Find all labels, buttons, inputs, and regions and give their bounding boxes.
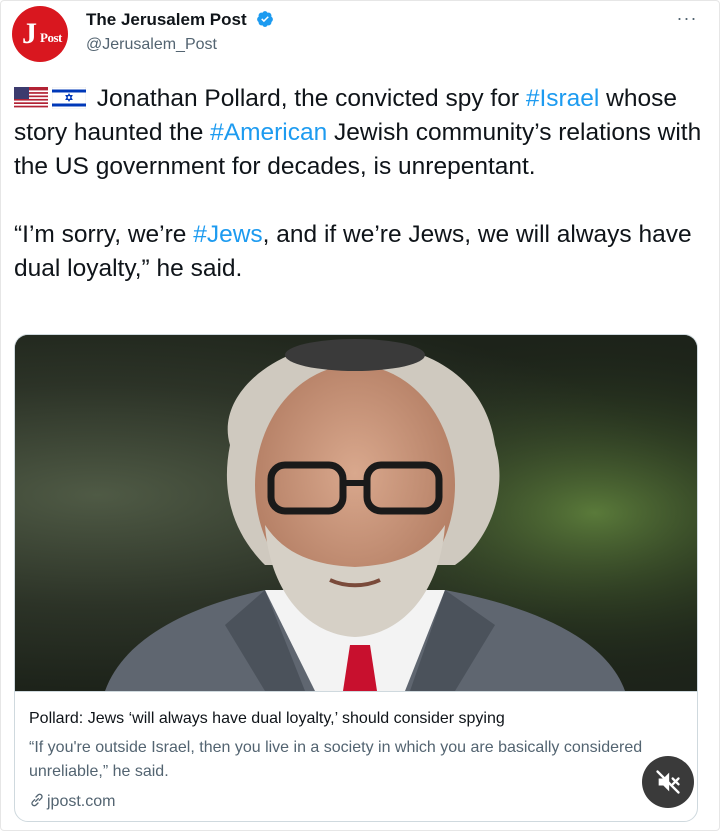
- card-title[interactable]: Pollard: Jews ‘will always have dual loy…: [29, 710, 669, 728]
- card-photo[interactable]: [15, 335, 697, 691]
- account-handle[interactable]: @Jerusalem_Post: [86, 36, 217, 54]
- link-icon: [31, 793, 43, 807]
- tweet-paragraph-2: “I’m sorry, we’re #Jews, and if we’re Je…: [14, 218, 704, 286]
- portrait-illustration: [15, 335, 697, 691]
- avatar[interactable]: J Post: [12, 6, 68, 62]
- link-card[interactable]: Pollard: Jews ‘will always have dual loy…: [14, 334, 698, 822]
- card-domain[interactable]: jpost.com: [29, 792, 115, 811]
- hashtag-israel-link[interactable]: #Israel: [526, 85, 600, 112]
- more-options-button[interactable]: ···: [672, 8, 702, 28]
- card-domain-label: jpost.com: [47, 793, 116, 810]
- us-flag-icon: [14, 87, 48, 109]
- tweet-paragraph-1: Jonathan Pollard, the convicted spy for …: [14, 82, 704, 184]
- avatar-logo-j: J: [22, 17, 37, 50]
- tweet-text-part: “I’m sorry, we’re: [14, 221, 194, 248]
- verified-badge-icon: [257, 11, 273, 27]
- card-description: “If you're outside Israel, then you live…: [29, 739, 643, 780]
- tweet-text: Jonathan Pollard, the convicted spy for …: [14, 82, 704, 286]
- hashtag-american-link[interactable]: #American: [210, 119, 327, 146]
- mute-toggle-button[interactable]: [642, 756, 694, 808]
- avatar-logo-post: Post: [40, 30, 62, 45]
- israel-flag-icon: [52, 87, 86, 109]
- hashtag-jews-link[interactable]: #Jews: [193, 221, 262, 248]
- tweet-text-part: Jonathan Pollard, the convicted spy for: [90, 85, 526, 112]
- muted-speaker-icon: [656, 770, 680, 794]
- account-name[interactable]: The Jerusalem Post: [86, 10, 247, 30]
- card-info[interactable]: Pollard: Jews ‘will always have dual loy…: [15, 691, 697, 821]
